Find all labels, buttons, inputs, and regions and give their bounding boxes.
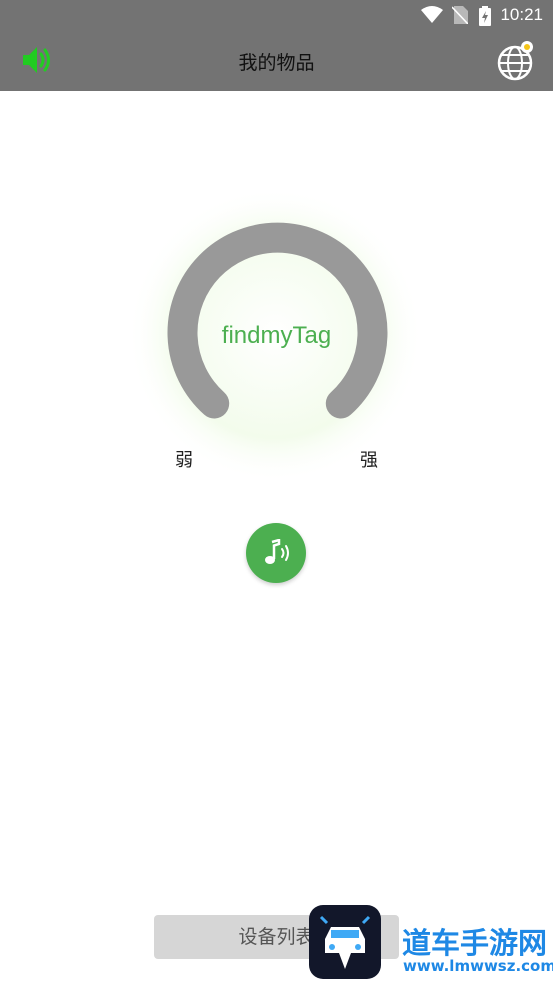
battery-charging-icon bbox=[479, 6, 491, 30]
weak-label: 弱 bbox=[175, 450, 193, 471]
watermark-url: www.lmwwsz.com bbox=[403, 957, 553, 975]
car-logo-icon bbox=[309, 905, 381, 979]
device-name: findmyTag bbox=[221, 322, 332, 349]
globe-location-icon[interactable] bbox=[496, 38, 538, 86]
strong-label: 强 bbox=[360, 450, 378, 471]
page-title: 我的物品 bbox=[238, 52, 315, 74]
no-sim-icon bbox=[451, 6, 469, 28]
app-header: 10:21 我的物品 bbox=[0, 0, 553, 91]
wifi-icon bbox=[421, 6, 443, 28]
watermark-title: 道车手游网 bbox=[402, 926, 548, 960]
play-sound-button[interactable] bbox=[246, 523, 306, 583]
app-screen: 10:21 我的物品 findmyTag 弱 强 设备列表 道车手游网 www.… bbox=[0, 0, 553, 983]
music-note-icon bbox=[262, 538, 292, 571]
status-time: 10:21 bbox=[500, 5, 543, 24]
status-bar: 10:21 bbox=[0, 0, 553, 32]
